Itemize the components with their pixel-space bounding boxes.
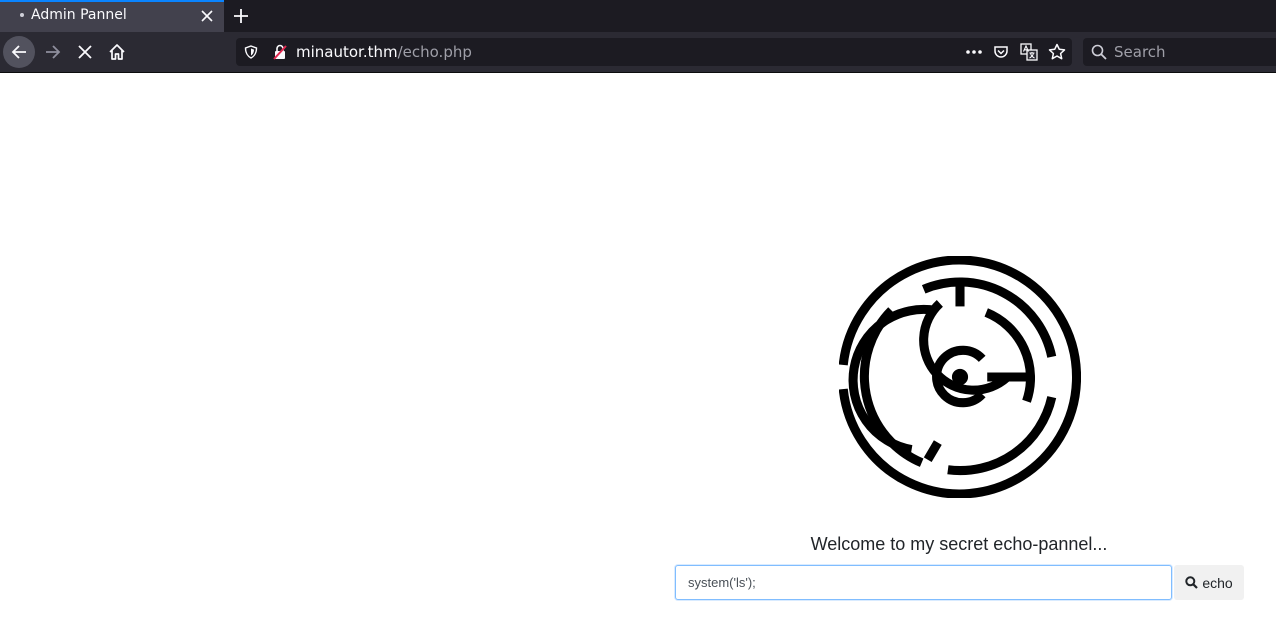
more-icon <box>966 50 982 54</box>
search-icon <box>1091 44 1107 60</box>
bookmark-button[interactable] <box>1047 42 1067 62</box>
tab-strip: Admin Pannel <box>0 0 1276 32</box>
navigation-toolbar: minautor.thm/echo.php Search <box>0 32 1276 73</box>
tab-title: Admin Pannel <box>31 7 127 23</box>
new-tab-button[interactable] <box>230 5 252 27</box>
tracking-protection-button[interactable] <box>243 44 259 60</box>
welcome-message: Welcome to my secret echo-pannel... <box>810 534 1108 554</box>
forward-button[interactable] <box>37 36 69 68</box>
url-text[interactable]: minautor.thm/echo.php <box>296 43 472 61</box>
pocket-icon <box>994 46 1008 58</box>
back-button[interactable] <box>3 36 35 68</box>
translate-button[interactable] <box>1019 42 1039 62</box>
home-icon <box>109 44 125 60</box>
close-icon <box>201 10 213 22</box>
echo-button-label: echo <box>1202 574 1233 591</box>
translate-icon <box>1020 43 1038 61</box>
browser-search-bar[interactable]: Search <box>1083 38 1276 66</box>
search-icon <box>1185 576 1199 589</box>
tab-loading-dot <box>20 13 24 17</box>
shield-icon <box>244 45 258 59</box>
star-icon <box>1048 43 1066 60</box>
url-bar[interactable]: minautor.thm/echo.php <box>236 38 1072 66</box>
forward-arrow-icon <box>46 45 61 59</box>
stop-button[interactable] <box>69 36 101 68</box>
home-button[interactable] <box>101 36 133 68</box>
back-arrow-icon <box>11 45 26 59</box>
tab-active-indicator <box>0 0 224 2</box>
insecure-lock-icon <box>273 44 287 60</box>
maze-logo-icon <box>839 256 1081 498</box>
page-actions-button[interactable] <box>964 42 984 62</box>
search-placeholder: Search <box>1114 43 1166 61</box>
plus-icon <box>234 9 248 23</box>
url-path: /echo.php <box>397 43 472 61</box>
stop-icon <box>78 45 92 59</box>
url-host: minautor.thm <box>296 43 398 61</box>
echo-input[interactable] <box>675 565 1172 600</box>
tab-close-button[interactable] <box>198 7 216 25</box>
search-icon-container <box>1091 44 1107 60</box>
echo-button[interactable]: echo <box>1174 565 1244 600</box>
pocket-button[interactable] <box>991 42 1011 62</box>
site-security-button[interactable] <box>272 44 288 60</box>
tab-admin-pannel[interactable]: Admin Pannel <box>0 0 224 32</box>
